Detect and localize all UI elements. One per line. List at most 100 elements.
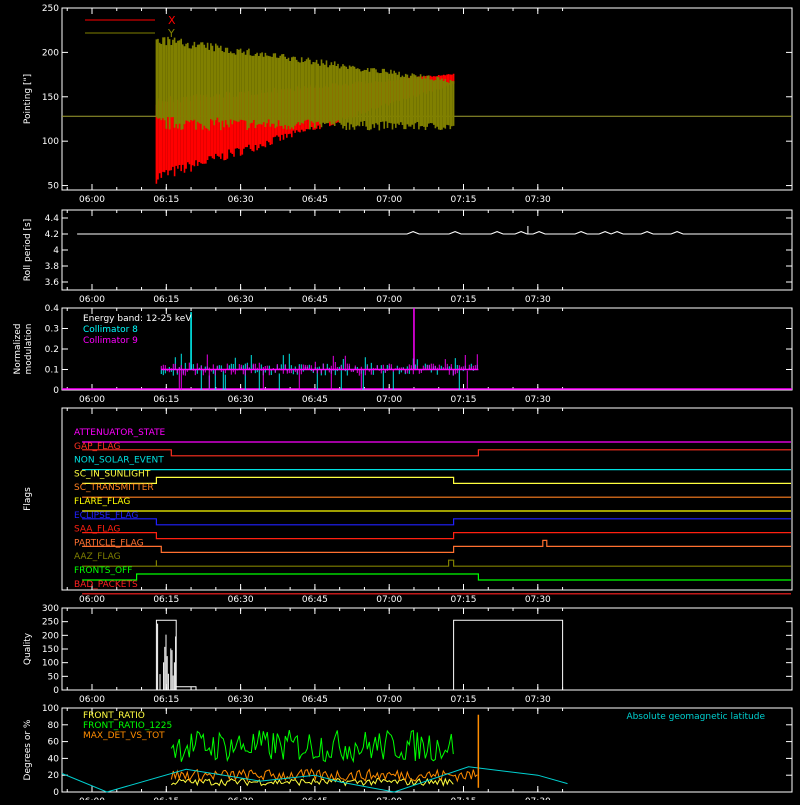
flag-label: ECLIPSE_FLAG [74, 511, 138, 521]
legend-label: Collimator 8 [83, 325, 138, 335]
roll-period-line [77, 231, 792, 235]
x-tick-label: 06:00 [79, 195, 105, 205]
flag-label: BAD_PACKETS [74, 580, 138, 590]
x-tick-label: 06:45 [302, 695, 328, 705]
x-tick-label: 07:00 [376, 195, 402, 205]
y-tick-label: 50 [48, 182, 60, 192]
flag-trace-saa_flag [82, 532, 791, 540]
y-axis-label: Flags [23, 487, 33, 511]
flag-trace-sc_in_sunlight [82, 476, 791, 484]
x-tick-label: 06:00 [79, 395, 105, 405]
y-tick-label: 50 [48, 672, 60, 682]
annotation-energy-band: Energy band: 12-25 keV [83, 314, 192, 324]
x-tick-label: 06:45 [302, 295, 328, 305]
y-tick-label: 4.2 [45, 230, 59, 240]
flag-label: GAP_FLAG [74, 442, 120, 452]
y-axis-label: Pointing ["] [23, 74, 33, 124]
flag-label: ATTENUATOR_STATE [74, 428, 166, 438]
y-tick-label: 150 [42, 645, 59, 655]
y-tick-label: 80 [48, 721, 60, 731]
legend-label: Y [167, 27, 175, 40]
flag-label: SC_TRANSMITTER [74, 483, 154, 493]
y-tick-label: 100 [42, 659, 59, 669]
series-collimator-9 [160, 354, 478, 390]
x-tick-label: 06:15 [153, 195, 179, 205]
legend-label: Absolute geomagnetic latitude [626, 712, 765, 722]
x-tick-label: 07:30 [525, 595, 551, 605]
panel-frame [61, 209, 793, 291]
y-tick-label: 250 [42, 4, 59, 14]
y-tick-label: 0.4 [45, 304, 60, 314]
y-axis-label: Normalized [13, 323, 23, 374]
y-tick-label: 250 [42, 618, 59, 628]
y-tick-label: 100 [42, 704, 59, 714]
flag-trace-fronts_off [82, 573, 791, 581]
x-tick-label: 07:30 [525, 195, 551, 205]
x-tick-label: 06:30 [228, 295, 254, 305]
y-tick-label: 100 [42, 137, 59, 147]
x-tick-label: 06:30 [228, 195, 254, 205]
x-tick-label: 06:30 [228, 395, 254, 405]
flag-label: SC_IN_SUNLIGHT [74, 469, 151, 479]
y-axis-label: Degrees or % [23, 719, 33, 780]
x-tick-label: 07:30 [525, 295, 551, 305]
y-tick-label: 60 [48, 738, 60, 748]
y-tick-label: 4 [53, 246, 59, 256]
y-tick-label: 20 [48, 771, 60, 781]
chart-stage: 06:00 06:15 06:30 06:45 07:00 07:15 07:30 50 100… [0, 0, 800, 805]
y-tick-label: 0.1 [45, 366, 59, 376]
y-tick-label: 300 [42, 604, 59, 614]
x-tick-label: 07:00 [376, 295, 402, 305]
x-tick-label: 06:45 [302, 395, 328, 405]
x-tick-label: 07:15 [451, 395, 477, 405]
x-tick-label: 06:15 [153, 595, 179, 605]
y-axis-label: Quality [23, 632, 33, 665]
x-tick-label: 06:30 [228, 695, 254, 705]
x-tick-label: 06:15 [153, 295, 179, 305]
flag-label: SAA_FLAG [74, 525, 120, 535]
x-tick-label: 06:30 [228, 595, 254, 605]
legend-label: FRONT_RATIO [83, 711, 145, 721]
legend-label: FRONT_RATIO_1225 [83, 721, 172, 731]
flag-label: AAZ_FLAG [74, 552, 121, 562]
flag-label: PARTICLE_FLAG [74, 538, 144, 548]
y-tick-label: 3.6 [45, 278, 60, 288]
y-tick-label: 0.3 [45, 325, 59, 335]
flag-label: NON_SOLAR_EVENT [74, 456, 164, 466]
panel-frame [61, 407, 793, 591]
flag-trace-aaz_flag [82, 559, 791, 567]
y-tick-label: 4.4 [45, 214, 60, 224]
series-collimator-8 [160, 353, 478, 390]
x-tick-label: 07:15 [451, 695, 477, 705]
y-tick-label: 200 [42, 631, 59, 641]
y-tick-label: 200 [42, 48, 59, 58]
y-tick-label: 150 [42, 93, 59, 103]
y-tick-label: 40 [48, 754, 60, 764]
y-tick-label: 3.8 [45, 262, 60, 272]
legend-label: MAX_DET_VS_TOT [83, 731, 165, 741]
x-tick-label: 06:00 [79, 695, 105, 705]
flag-trace-particle_flag [82, 539, 791, 553]
x-tick-label: 06:15 [153, 695, 179, 705]
flag-label: FRONTS_OFF [74, 566, 132, 576]
series-y [155, 36, 455, 131]
y-axis-label: Roll period [s] [23, 219, 33, 281]
x-tick-label: 06:00 [79, 595, 105, 605]
x-tick-label: 06:15 [153, 395, 179, 405]
y-axis-label: modulation [24, 324, 34, 375]
flag-trace-gap_flag [82, 449, 791, 457]
flag-trace-eclipse_flag [82, 518, 791, 526]
x-tick-label: 06:45 [302, 195, 328, 205]
legend-label: Collimator 9 [83, 336, 138, 346]
y-tick-label: 0.2 [45, 345, 59, 355]
x-tick-label: 07:30 [525, 395, 551, 405]
x-tick-label: 07:15 [451, 195, 477, 205]
x-tick-label: 07:30 [525, 695, 551, 705]
y-tick-label: 0 [53, 386, 59, 396]
flag-label: FLARE_FLAG [74, 497, 130, 507]
y-tick-label: 0 [53, 788, 59, 798]
x-tick-label: 06:00 [79, 295, 105, 305]
x-tick-label: 07:00 [376, 395, 402, 405]
y-tick-label: 0 [53, 686, 59, 696]
legend-label: X [168, 14, 176, 27]
